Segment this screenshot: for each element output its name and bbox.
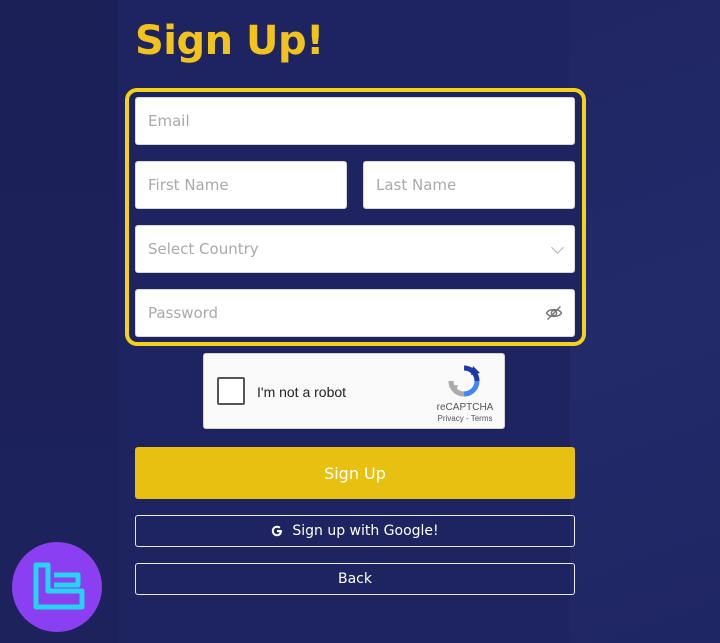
recaptcha-icon [448, 365, 480, 397]
captcha-privacy-link[interactable]: Privacy [438, 414, 464, 423]
captcha-label: I'm not a robot [257, 384, 347, 400]
brand-badge [12, 542, 102, 632]
first-name-placeholder: First Name [148, 176, 229, 194]
last-name-placeholder: Last Name [376, 176, 457, 194]
first-name-field[interactable]: First Name [135, 161, 347, 209]
back-label: Back [338, 571, 372, 587]
captcha-links: Privacy - Terms [431, 414, 499, 423]
email-field[interactable]: Email [135, 97, 575, 145]
email-placeholder: Email [148, 112, 190, 130]
sign-up-label: Sign Up [324, 463, 386, 483]
chevron-down-icon [551, 241, 564, 254]
captcha-link-separator: - [463, 414, 471, 423]
password-placeholder: Password [148, 304, 219, 322]
captcha-terms-link[interactable]: Terms [471, 414, 493, 423]
password-field[interactable]: Password [135, 289, 575, 337]
last-name-field[interactable]: Last Name [363, 161, 575, 209]
sign-up-button[interactable]: Sign Up [135, 447, 575, 499]
background-right-panel [570, 0, 720, 643]
recaptcha-widget: I'm not a robot reCAPTCHA Privacy - Term… [203, 353, 505, 429]
google-signup-label: Sign up with Google! [292, 523, 439, 539]
google-signup-button[interactable]: Sign up with Google! [135, 515, 575, 547]
captcha-checkbox[interactable] [217, 377, 245, 405]
country-placeholder: Select Country [148, 240, 259, 258]
back-button[interactable]: Back [135, 563, 575, 595]
country-select[interactable]: Select Country [135, 225, 575, 273]
logo-icon [33, 562, 85, 610]
eye-slash-icon[interactable] [545, 305, 563, 321]
page-title: Sign Up! [135, 18, 324, 64]
captcha-brand: reCAPTCHA [436, 402, 494, 413]
google-g-icon [272, 525, 283, 537]
